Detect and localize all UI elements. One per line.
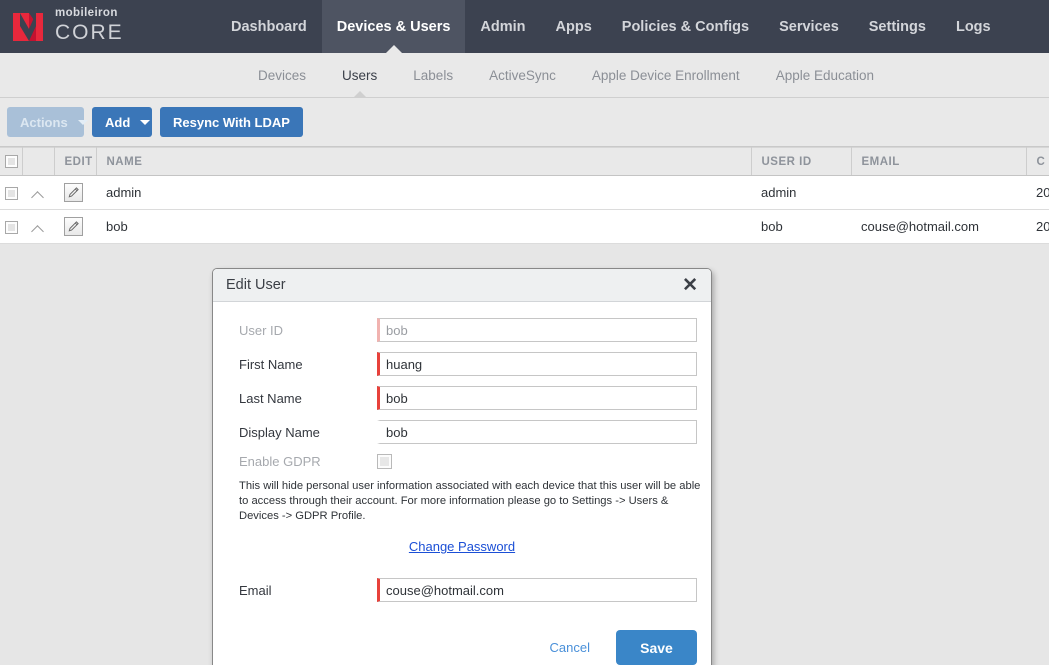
column-header-name[interactable]: NAME xyxy=(96,148,751,176)
subtab-apple-education[interactable]: Apple Education xyxy=(758,53,892,97)
field-row-email: Email xyxy=(227,578,697,602)
page-body: Edit User ✕ User ID First Name Last Name xyxy=(0,244,1049,665)
row-expand-cell xyxy=(22,176,54,210)
edit-pencil-icon[interactable] xyxy=(64,217,83,236)
users-grid: EDIT NAME USER ID EMAIL C xyxy=(0,147,1049,244)
dialog-header: Edit User ✕ xyxy=(213,269,711,302)
column-header-select-all xyxy=(0,148,22,176)
row-select-cell xyxy=(0,210,22,244)
subtab-devices[interactable]: Devices xyxy=(240,53,324,97)
cell-created: 20 xyxy=(1026,210,1049,244)
chevron-up-icon[interactable] xyxy=(32,224,45,232)
field-row-enable-gdpr: Enable GDPR xyxy=(227,454,697,469)
last-name-label: Last Name xyxy=(227,391,377,406)
enable-gdpr-label: Enable GDPR xyxy=(227,454,377,469)
row-expand-cell xyxy=(22,210,54,244)
email-input[interactable] xyxy=(377,578,697,602)
row-edit-cell xyxy=(54,176,96,210)
brand-line-2: CORE xyxy=(55,22,124,43)
close-icon[interactable]: ✕ xyxy=(679,276,701,295)
display-name-input[interactable] xyxy=(377,420,697,444)
brand-line-1: mobileiron xyxy=(55,8,124,20)
grid-toolbar: Actions Add Resync With LDAP xyxy=(0,98,1049,147)
actions-button[interactable]: Actions xyxy=(7,107,84,137)
sub-navigation-bar: Devices Users Labels ActiveSync Apple De… xyxy=(0,53,1049,98)
nav-item-admin[interactable]: Admin xyxy=(465,0,540,53)
column-header-user-id[interactable]: USER ID xyxy=(751,148,851,176)
top-navigation-bar: mobileiron CORE Dashboard Devices & User… xyxy=(0,0,1049,53)
row-checkbox[interactable] xyxy=(5,187,18,200)
nav-item-devices-and-users[interactable]: Devices & Users xyxy=(322,0,466,53)
subtab-labels[interactable]: Labels xyxy=(395,53,471,97)
first-name-control xyxy=(377,352,697,376)
column-header-email[interactable]: EMAIL xyxy=(851,148,1026,176)
chevron-up-icon[interactable] xyxy=(32,190,45,198)
first-name-input[interactable] xyxy=(377,352,697,376)
last-name-input[interactable] xyxy=(377,386,697,410)
subtab-activesync[interactable]: ActiveSync xyxy=(471,53,574,97)
email-control xyxy=(377,578,697,602)
brand-logo[interactable]: mobileiron CORE xyxy=(0,0,200,53)
dialog-title: Edit User xyxy=(226,277,679,293)
edit-user-dialog: Edit User ✕ User ID First Name Last Name xyxy=(212,268,712,665)
email-label: Email xyxy=(227,583,377,598)
column-header-edit[interactable]: EDIT xyxy=(54,148,96,176)
enable-gdpr-checkbox[interactable] xyxy=(377,454,392,469)
user-id-label: User ID xyxy=(227,323,377,338)
dialog-footer: Cancel Save xyxy=(213,612,711,665)
gdpr-description-text: This will hide personal user information… xyxy=(239,479,711,524)
select-all-checkbox[interactable] xyxy=(5,155,18,168)
last-name-control xyxy=(377,386,697,410)
field-row-first-name: First Name xyxy=(227,352,697,376)
chevron-down-icon xyxy=(140,120,150,125)
table-row[interactable]: bob bob couse@hotmail.com 20 xyxy=(0,210,1049,244)
cell-email xyxy=(851,176,1026,210)
enable-gdpr-control xyxy=(377,454,697,469)
first-name-label: First Name xyxy=(227,357,377,372)
field-row-display-name: Display Name xyxy=(227,420,697,444)
cell-name: admin xyxy=(96,176,751,210)
cell-email: couse@hotmail.com xyxy=(851,210,1026,244)
display-name-control xyxy=(377,420,697,444)
mobileiron-logo-icon xyxy=(12,10,46,44)
row-checkbox[interactable] xyxy=(5,221,18,234)
column-header-created[interactable]: C xyxy=(1026,148,1049,176)
cell-name: bob xyxy=(96,210,751,244)
nav-item-dashboard[interactable]: Dashboard xyxy=(216,0,322,53)
nav-item-policies-and-configs[interactable]: Policies & Configs xyxy=(607,0,764,53)
dialog-body: User ID First Name Last Name Display Nam… xyxy=(213,302,711,602)
nav-item-settings[interactable]: Settings xyxy=(854,0,941,53)
brand-text: mobileiron CORE xyxy=(55,8,124,45)
change-password-row: Change Password xyxy=(227,538,697,556)
user-id-input xyxy=(377,318,697,342)
add-button[interactable]: Add xyxy=(92,107,152,137)
change-password-link[interactable]: Change Password xyxy=(409,539,515,554)
subtab-apple-device-enrollment[interactable]: Apple Device Enrollment xyxy=(574,53,758,97)
save-button[interactable]: Save xyxy=(616,630,697,665)
resync-with-ldap-button[interactable]: Resync With LDAP xyxy=(160,107,303,137)
field-row-last-name: Last Name xyxy=(227,386,697,410)
edit-pencil-icon[interactable] xyxy=(64,183,83,202)
row-edit-cell xyxy=(54,210,96,244)
cell-created: 20 xyxy=(1026,176,1049,210)
table-row[interactable]: admin admin 20 xyxy=(0,176,1049,210)
column-header-expand xyxy=(22,148,54,176)
nav-item-logs[interactable]: Logs xyxy=(941,0,1006,53)
cell-user-id: admin xyxy=(751,176,851,210)
field-row-user-id: User ID xyxy=(227,318,697,342)
cancel-button[interactable]: Cancel xyxy=(550,640,590,655)
table-header-row: EDIT NAME USER ID EMAIL C xyxy=(0,148,1049,176)
actions-button-label: Actions xyxy=(20,115,68,130)
cell-user-id: bob xyxy=(751,210,851,244)
add-button-label: Add xyxy=(105,115,130,130)
subtab-users[interactable]: Users xyxy=(324,53,395,97)
chevron-down-icon xyxy=(78,120,88,125)
nav-item-services[interactable]: Services xyxy=(764,0,854,53)
row-select-cell xyxy=(0,176,22,210)
main-menu: Dashboard Devices & Users Admin Apps Pol… xyxy=(216,0,1006,53)
user-id-control xyxy=(377,318,697,342)
nav-item-apps[interactable]: Apps xyxy=(541,0,607,53)
display-name-label: Display Name xyxy=(227,425,377,440)
